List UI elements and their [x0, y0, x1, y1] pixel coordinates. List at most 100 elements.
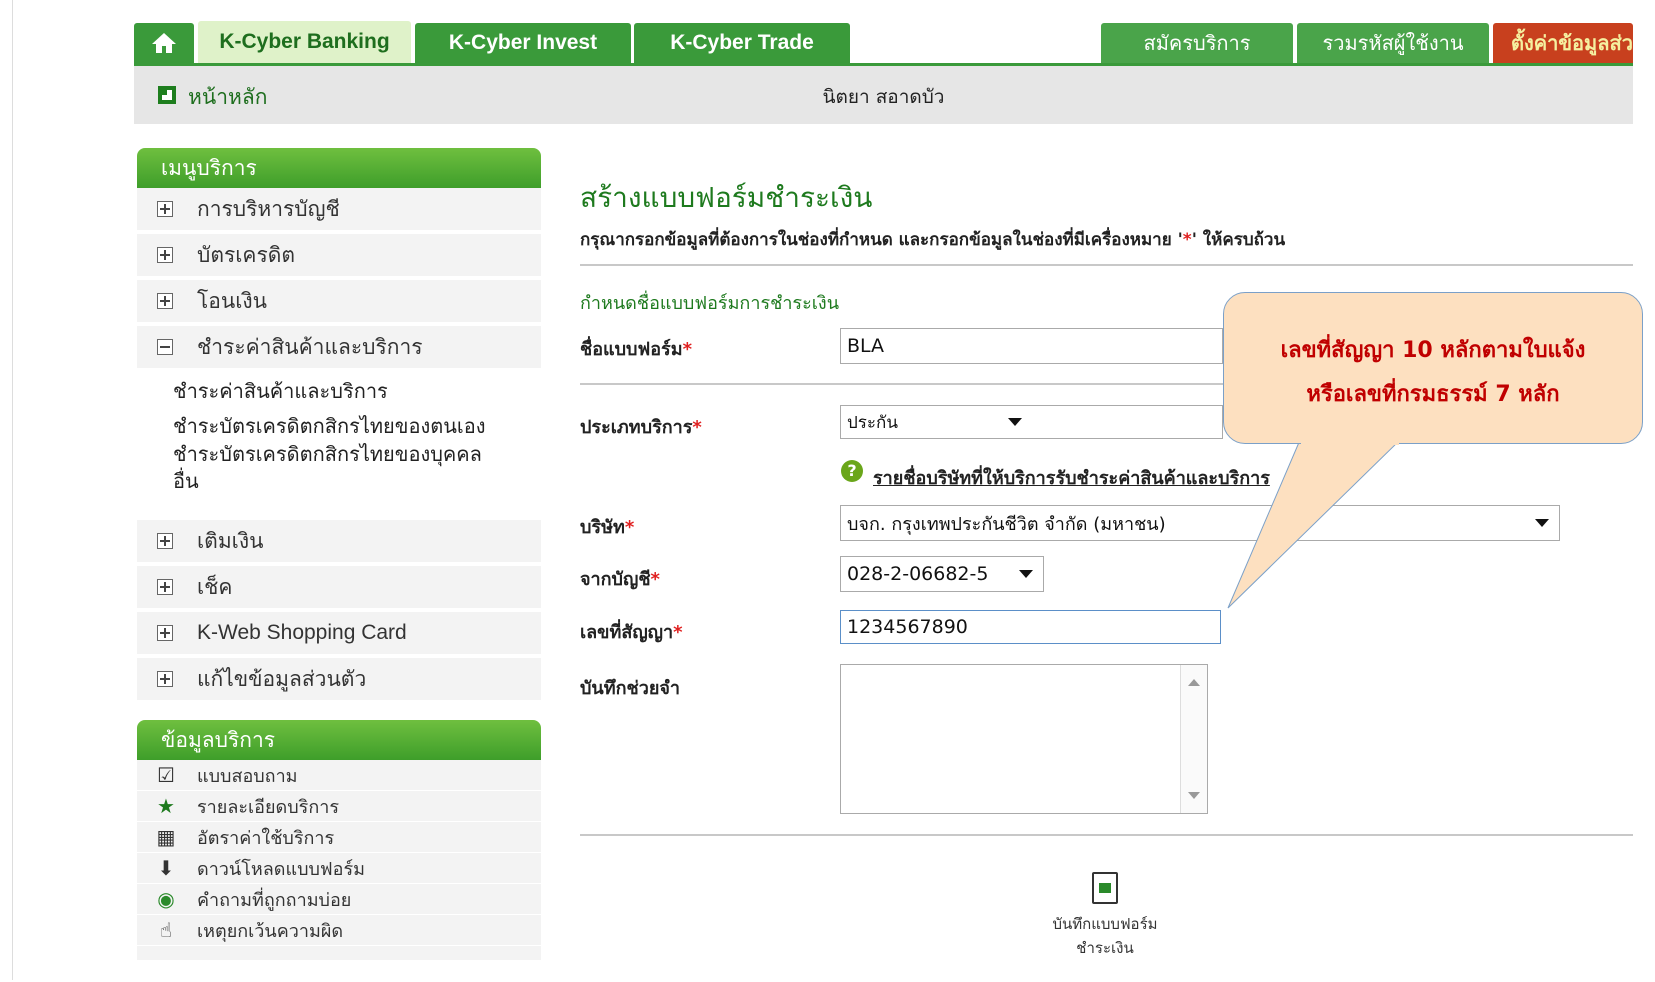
divider — [580, 264, 1633, 266]
tab-k-cyber-trade[interactable]: K-Cyber Trade — [634, 23, 850, 63]
expand-plus-icon — [157, 293, 173, 309]
submenu-item-other-kbank-card[interactable]: ชำระบัตรเครดิตกสิกรไทยของบุคคล — [173, 440, 482, 468]
scroll-up-icon[interactable] — [1188, 679, 1200, 686]
submenu-item-other-kbank-card-cont[interactable]: อื่น — [173, 467, 199, 495]
info-header: ข้อมูลบริการ — [137, 720, 541, 760]
submenu-item-own-kbank-card[interactable]: ชำระบัตรเครดิตกสิกรไทยของตนเอง — [173, 412, 486, 440]
info-item-label: อัตราค่าใช้บริการ — [197, 827, 335, 849]
required-star: * — [682, 339, 692, 360]
tab-combine-user-ids[interactable]: รวมรหัสผู้ใช้งาน — [1297, 23, 1489, 63]
input-value: 1234567890 — [847, 616, 968, 638]
star-icon: ★ — [157, 794, 175, 818]
chevron-down-icon — [1535, 519, 1549, 527]
expand-plus-icon — [157, 247, 173, 263]
page-description: กรุณากรอกข้อมูลที่ต้องการในช่องที่กำหนด … — [580, 226, 1285, 253]
provider-list-link[interactable]: รายชื่อบริษัทที่ให้บริการรับชำระค่าสินค้… — [873, 463, 1270, 492]
info-item-label: เหตุยกเว้นความผิด — [197, 920, 344, 942]
service-type-select[interactable]: ประกัน — [840, 405, 1223, 439]
menu-item-label: โอนเงิน — [197, 288, 268, 313]
input-value: BLA — [847, 335, 885, 357]
label-text: ชื่อแบบฟอร์ม — [580, 339, 683, 360]
label-text: เลขที่สัญญา — [580, 622, 674, 643]
info-item-disclaimer[interactable]: ☝ เหตุยกเว้นความผิด — [137, 915, 541, 946]
hand-icon: ☝ — [159, 918, 173, 942]
menu-item-credit-card[interactable]: บัตรเครดิต — [137, 234, 541, 278]
expand-plus-icon — [157, 579, 173, 595]
submenu: ชำระค่าสินค้าและบริการ ชำระบัตรเครดิตกสิ… — [137, 375, 541, 519]
callout-line2: หรือเลขที่กรมธรรม์ 7 หลัก — [1306, 382, 1560, 407]
form-name-label: ชื่อแบบฟอร์ม* — [580, 334, 692, 363]
tab-k-cyber-invest[interactable]: K-Cyber Invest — [415, 23, 631, 63]
contract-number-label: เลขที่สัญญา* — [580, 617, 683, 646]
menu-item-label: K-Web Shopping Card — [197, 621, 407, 644]
from-account-select[interactable]: 028-2-06682-5 — [840, 556, 1044, 592]
home-icon — [152, 33, 176, 53]
info-item-survey[interactable]: ☑ แบบสอบถาม — [137, 760, 541, 791]
required-star: * — [650, 569, 660, 590]
menu-item-label: แก้ไขข้อมูลส่วนตัว — [197, 666, 367, 691]
divider — [580, 834, 1633, 836]
breadcrumb-bar: หน้าหลัก นิตยา สอาดบัว — [134, 66, 1633, 124]
save-form-icon — [1092, 872, 1118, 904]
callout-line1: เลขที่สัญญา 10 หลักตามใบแจ้ง — [1280, 338, 1586, 363]
info-item-label: คำถามที่ถูกถามบ่อย — [197, 889, 352, 911]
collapse-minus-icon — [157, 339, 173, 355]
info-item-label: รายละเอียดบริการ — [197, 796, 339, 818]
submenu-item-bill-payment[interactable]: ชำระค่าสินค้าและบริการ — [173, 377, 388, 405]
calculator-icon: ▦ — [156, 825, 176, 849]
memo-textarea[interactable] — [840, 664, 1208, 814]
save-label-line2: ชำระเงิน — [1076, 939, 1134, 957]
checkbox-icon: ☑ — [157, 763, 175, 787]
menu-item-transfer[interactable]: โอนเงิน — [137, 280, 541, 324]
label-text: ประเภทบริการ — [580, 417, 693, 438]
info-item-label: แบบสอบถาม — [197, 765, 298, 787]
menu-item-k-web-shopping-card[interactable]: K-Web Shopping Card — [137, 612, 541, 656]
scroll-down-icon[interactable] — [1188, 792, 1200, 799]
contract-number-input[interactable]: 1234567890 — [840, 610, 1221, 644]
help-icon[interactable]: ? — [841, 460, 863, 482]
description-text: กรุณากรอกข้อมูลที่ต้องการในช่องที่กำหนด … — [580, 230, 1183, 250]
form-name-input[interactable]: BLA — [840, 328, 1223, 364]
save-form-button[interactable]: บันทึกแบบฟอร์ม ชำระเงิน — [1010, 872, 1200, 962]
required-star: * — [624, 517, 635, 538]
info-item-service-details[interactable]: ★ รายละเอียดบริการ — [137, 791, 541, 822]
menu-item-label: การบริหารบัญชี — [197, 196, 340, 221]
tab-home[interactable] — [134, 23, 194, 63]
menu-item-top-up[interactable]: เติมเงิน — [137, 520, 541, 564]
menu-item-bill-payment[interactable]: ชำระค่าสินค้าและบริการ — [137, 326, 541, 370]
required-star: * — [673, 622, 683, 643]
expand-plus-icon — [157, 533, 173, 549]
download-icon: ⬇ — [157, 856, 175, 880]
user-name: นิตยา สอาดบัว — [822, 86, 945, 108]
menu-item-label: บัตรเครดิต — [197, 242, 296, 267]
info-item-download-forms[interactable]: ⬇ ดาวน์โหลดแบบฟอร์ม — [137, 853, 541, 884]
company-select[interactable]: บจก. กรุงเทพประกันชีวิต จำกัด (มหาชน) — [840, 505, 1560, 541]
memo-label: บันทึกช่วยจำ — [580, 678, 681, 699]
annotation-callout: เลขที่สัญญา 10 หลักตามใบแจ้ง หรือเลขที่ก… — [1223, 292, 1643, 444]
select-value: บจก. กรุงเทพประกันชีวิต จำกัด (มหาชน) — [847, 513, 1166, 535]
memo-scrollbar[interactable] — [1180, 665, 1207, 813]
tab-register[interactable]: สมัครบริการ — [1101, 23, 1293, 63]
menu-item-label: เช็ค — [197, 574, 233, 599]
expand-plus-icon — [157, 201, 173, 217]
menu-item-edit-profile[interactable]: แก้ไขข้อมูลส่วนตัว — [137, 658, 541, 702]
menu-item-account-management[interactable]: การบริหารบัญชี — [137, 188, 541, 232]
select-value: 028-2-06682-5 — [847, 563, 989, 585]
required-star: * — [692, 417, 702, 438]
label-text: จากบัญชี — [580, 569, 651, 590]
chevron-down-icon — [1019, 570, 1033, 578]
from-account-label: จากบัญชี* — [580, 564, 660, 593]
select-value: ประกัน — [847, 412, 898, 433]
info-item-label: ดาวน์โหลดแบบฟอร์ม — [197, 858, 366, 880]
label-text: บริษัท — [580, 517, 625, 538]
info-item-faq[interactable]: ◉ คำถามที่ถูกถามบ่อย — [137, 884, 541, 915]
section-title: กำหนดชื่อแบบฟอร์มการชำระเงิน — [580, 293, 840, 314]
info-item-fees[interactable]: ▦ อัตราค่าใช้บริการ — [137, 822, 541, 853]
tab-personal-settings[interactable]: ตั้งค่าข้อมูลส่ว — [1493, 23, 1633, 63]
info-list: ☑ แบบสอบถาม ★ รายละเอียดบริการ ▦ อัตราค่… — [137, 760, 541, 960]
menu-item-cheque[interactable]: เช็ค — [137, 566, 541, 610]
chevron-down-icon — [1008, 418, 1022, 426]
service-type-label: ประเภทบริการ* — [580, 412, 702, 441]
expand-plus-icon — [157, 671, 173, 687]
tab-k-cyber-banking[interactable]: K-Cyber Banking — [198, 21, 411, 63]
